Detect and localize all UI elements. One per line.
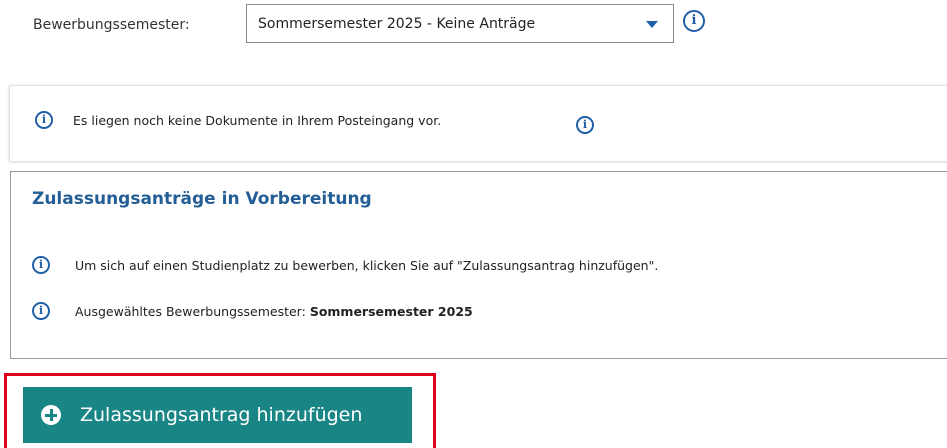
- add-application-label: Zulassungsantrag hinzufügen: [80, 404, 363, 426]
- chevron-down-icon[interactable]: [645, 18, 659, 30]
- section-title: Zulassungsanträge in Vorbereitung: [32, 189, 372, 209]
- semester-selector-row: Bewerbungssemester: Sommersemester 2025 …: [0, 0, 947, 50]
- info-icon: i: [35, 111, 53, 129]
- info-icon: i: [32, 302, 50, 320]
- semester-label: Bewerbungssemester:: [33, 17, 190, 33]
- selected-semester-value: Sommersemester 2025: [309, 304, 473, 319]
- semester-select-value[interactable]: Sommersemester 2025 - Keine Anträge: [258, 14, 535, 34]
- selected-semester-label: Ausgewähltes Bewerbungssemester:: [75, 304, 306, 319]
- info-icon: i: [32, 256, 50, 274]
- selected-semester-text: Ausgewähltes Bewerbungssemester: Sommers…: [75, 302, 473, 322]
- inbox-message: Es liegen noch keine Dokumente in Ihrem …: [73, 113, 442, 128]
- page: Bewerbungssemester: Sommersemester 2025 …: [0, 0, 947, 448]
- add-application-button[interactable]: Zulassungsantrag hinzufügen: [23, 387, 412, 443]
- inbox-notice-panel: i Es liegen noch keine Dokumente in Ihre…: [9, 85, 947, 161]
- apply-hint-text: Um sich auf einen Studienplatz zu bewerb…: [75, 258, 659, 273]
- plus-circle-icon: [41, 405, 61, 425]
- semester-select[interactable]: Sommersemester 2025 - Keine Anträge: [246, 4, 674, 43]
- applications-in-preparation-panel: Zulassungsanträge in Vorbereitung i Um s…: [10, 171, 947, 359]
- semester-info-icon[interactable]: i: [683, 10, 705, 32]
- inbox-info-icon[interactable]: i: [576, 116, 594, 134]
